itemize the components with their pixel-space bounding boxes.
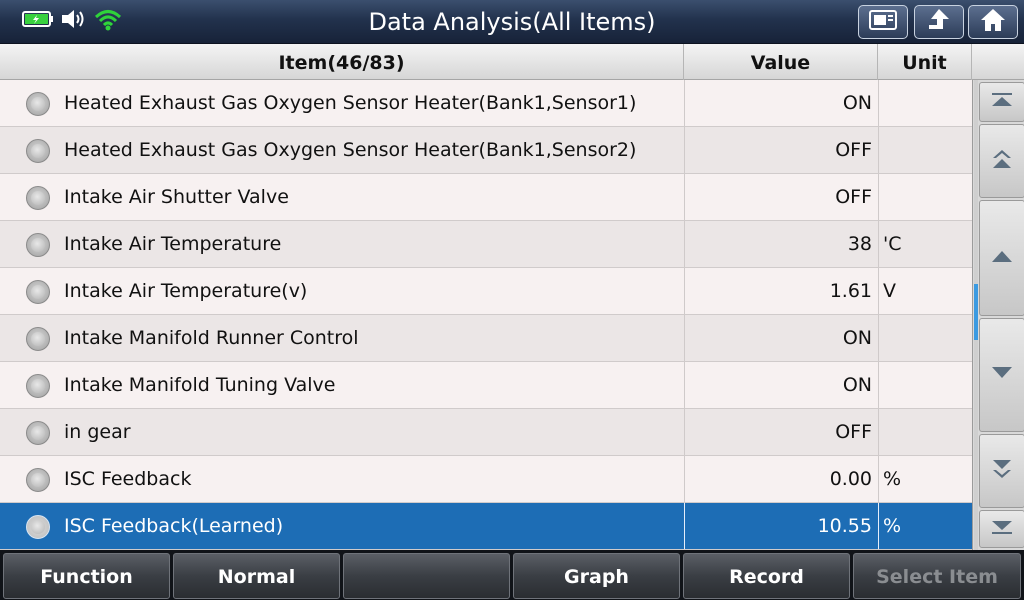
print-screen-button[interactable] bbox=[858, 5, 908, 39]
item-unit bbox=[878, 409, 972, 455]
data-list: Heated Exhaust Gas Oxygen Sensor Heater(… bbox=[0, 80, 972, 550]
page-down-button[interactable] bbox=[979, 434, 1024, 508]
column-header-value[interactable]: Value bbox=[684, 44, 878, 80]
table-row[interactable]: Heated Exhaust Gas Oxygen Sensor Heater(… bbox=[0, 127, 972, 174]
item-unit: 'C bbox=[878, 221, 972, 267]
item-value: OFF bbox=[684, 409, 878, 455]
item-name: Intake Air Temperature bbox=[64, 233, 282, 255]
item-unit bbox=[878, 80, 972, 126]
radio-button[interactable] bbox=[26, 92, 50, 116]
radio-button[interactable] bbox=[26, 468, 50, 492]
item-name: ISC Feedback bbox=[64, 468, 192, 490]
print-screen-icon bbox=[868, 9, 898, 35]
item-value: OFF bbox=[684, 127, 878, 173]
line-up-icon bbox=[990, 248, 1014, 268]
item-value: OFF bbox=[684, 174, 878, 220]
item-name: ISC Feedback(Learned) bbox=[64, 515, 284, 537]
item-name: Intake Manifold Tuning Valve bbox=[64, 374, 336, 396]
item-unit bbox=[878, 315, 972, 361]
table-row[interactable]: Intake Manifold Runner Control ON bbox=[0, 315, 972, 362]
column-header-item[interactable]: Item(46/83) bbox=[0, 44, 684, 80]
item-name: in gear bbox=[64, 421, 131, 443]
footer-toolbar: Function Normal Graph Record Select Item bbox=[0, 550, 1024, 600]
table-header: Item(46/83) Value Unit bbox=[0, 44, 1024, 80]
table-row[interactable]: Intake Air Temperature(v) 1.61 V bbox=[0, 268, 972, 315]
scroll-top-button[interactable] bbox=[979, 82, 1024, 122]
line-down-icon bbox=[990, 365, 1014, 385]
item-name: Heated Exhaust Gas Oxygen Sensor Heater(… bbox=[64, 92, 637, 114]
function-button[interactable]: Function bbox=[3, 553, 170, 599]
radio-button[interactable] bbox=[26, 421, 50, 445]
item-value: ON bbox=[684, 362, 878, 408]
radio-button[interactable] bbox=[26, 139, 50, 163]
radio-button[interactable] bbox=[26, 280, 50, 304]
item-unit: % bbox=[878, 456, 972, 502]
item-unit bbox=[878, 127, 972, 173]
item-value: 0.00 bbox=[684, 456, 878, 502]
page-up-icon bbox=[990, 147, 1014, 175]
item-value: 38 bbox=[684, 221, 878, 267]
table-row-selected[interactable]: ISC Feedback(Learned) 10.55 % bbox=[0, 503, 972, 550]
home-button[interactable] bbox=[968, 5, 1018, 39]
radio-button[interactable] bbox=[26, 186, 50, 210]
radio-button[interactable] bbox=[26, 327, 50, 351]
radio-button[interactable] bbox=[26, 233, 50, 257]
radio-button[interactable] bbox=[26, 515, 50, 539]
record-button[interactable]: Record bbox=[683, 553, 850, 599]
select-item-button[interactable]: Select Item bbox=[853, 553, 1021, 599]
table-row[interactable]: ISC Feedback 0.00 % bbox=[0, 456, 972, 503]
item-name: Intake Air Temperature(v) bbox=[64, 280, 308, 302]
title-bar: Data Analysis(All Items) bbox=[0, 0, 1024, 44]
item-value: ON bbox=[684, 315, 878, 361]
table-row[interactable]: Intake Manifold Tuning Valve ON bbox=[0, 362, 972, 409]
table-row[interactable]: Intake Air Shutter Valve OFF bbox=[0, 174, 972, 221]
table-row[interactable]: Intake Air Temperature 38 'C bbox=[0, 221, 972, 268]
item-value: ON bbox=[684, 80, 878, 126]
scroll-bottom-icon bbox=[990, 519, 1014, 539]
item-unit: % bbox=[878, 503, 972, 549]
item-unit bbox=[878, 362, 972, 408]
column-header-unit[interactable]: Unit bbox=[878, 44, 972, 80]
item-name: Heated Exhaust Gas Oxygen Sensor Heater(… bbox=[64, 139, 637, 161]
scroll-bottom-button[interactable] bbox=[979, 510, 1024, 548]
item-unit: V bbox=[878, 268, 972, 314]
item-unit bbox=[878, 174, 972, 220]
table-row[interactable]: Heated Exhaust Gas Oxygen Sensor Heater(… bbox=[0, 80, 972, 127]
empty-button[interactable] bbox=[343, 553, 510, 599]
back-button[interactable] bbox=[914, 5, 964, 39]
table-row[interactable]: in gear OFF bbox=[0, 409, 972, 456]
radio-button[interactable] bbox=[26, 374, 50, 398]
graph-button[interactable]: Graph bbox=[513, 553, 680, 599]
item-name: Intake Air Shutter Valve bbox=[64, 186, 289, 208]
normal-button[interactable]: Normal bbox=[173, 553, 340, 599]
scrollbar-thumb[interactable] bbox=[974, 284, 978, 340]
page-up-button[interactable] bbox=[979, 124, 1024, 198]
item-value: 1.61 bbox=[684, 268, 878, 314]
back-up-arrow-icon bbox=[925, 7, 953, 37]
page-down-icon bbox=[990, 457, 1014, 485]
item-name: Intake Manifold Runner Control bbox=[64, 327, 359, 349]
home-icon bbox=[979, 7, 1007, 37]
line-down-button[interactable] bbox=[979, 318, 1024, 432]
scroll-top-icon bbox=[990, 92, 1014, 112]
item-value: 10.55 bbox=[684, 503, 878, 549]
line-up-button[interactable] bbox=[979, 200, 1024, 316]
scroll-panel bbox=[972, 80, 1024, 550]
